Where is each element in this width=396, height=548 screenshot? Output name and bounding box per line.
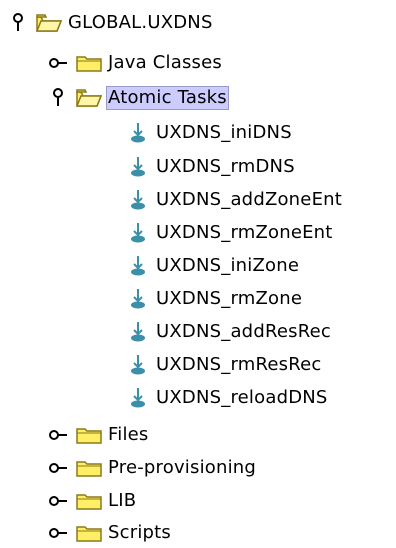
tree-leaf-task[interactable]: UXDNS_addResRec (128, 317, 333, 347)
expand-toggle-icon[interactable] (48, 51, 68, 75)
collapse-toggle-icon[interactable] (48, 86, 68, 110)
tree-node-label[interactable]: LIB (106, 489, 138, 513)
tree-leaf-task[interactable]: UXDNS_rmDNS (128, 152, 297, 182)
tree-node-files[interactable]: Files (48, 420, 151, 450)
task-label[interactable]: UXDNS_rmZoneEnt (154, 221, 335, 245)
tree-node-label[interactable]: Scripts (106, 521, 173, 545)
tree-node-global-uxdns[interactable]: GLOBAL.UXDNS (8, 8, 215, 38)
atomic-task-icon (128, 254, 148, 278)
task-label[interactable]: UXDNS_reloadDNS (154, 386, 330, 410)
task-label[interactable]: UXDNS_rmResRec (154, 353, 324, 377)
closed-folder-icon (76, 490, 102, 512)
atomic-task-icon (128, 121, 148, 145)
expand-toggle-icon[interactable] (48, 489, 68, 513)
tree-node-java-classes[interactable]: Java Classes (48, 48, 224, 78)
tree-leaf-task[interactable]: UXDNS_iniDNS (128, 118, 294, 148)
task-label[interactable]: UXDNS_iniZone (154, 254, 301, 278)
task-label[interactable]: UXDNS_addZoneEnt (154, 188, 344, 212)
tree-leaf-task[interactable]: UXDNS_iniZone (128, 251, 301, 281)
atomic-task-icon (128, 353, 148, 377)
tree-node-label[interactable]: Pre-provisioning (106, 456, 258, 480)
tree-node-lib[interactable]: LIB (48, 486, 138, 516)
tree-leaf-task[interactable]: UXDNS_addZoneEnt (128, 185, 344, 215)
closed-folder-icon (76, 522, 102, 544)
atomic-task-icon (128, 188, 148, 212)
tree-node-pre-provisioning[interactable]: Pre-provisioning (48, 453, 258, 483)
tree-leaf-task[interactable]: UXDNS_reloadDNS (128, 383, 330, 413)
closed-folder-icon (76, 457, 102, 479)
project-tree: GLOBAL.UXDNS Java Classes Atomic Tasks U… (0, 0, 396, 545)
tree-node-label[interactable]: Java Classes (106, 51, 224, 75)
tree-leaf-task[interactable]: UXDNS_rmResRec (128, 350, 324, 380)
tree-node-label[interactable]: Files (106, 423, 151, 447)
open-folder-icon (36, 12, 62, 34)
atomic-task-icon (128, 221, 148, 245)
tree-node-label[interactable]: GLOBAL.UXDNS (66, 11, 215, 35)
tree-node-atomic-tasks[interactable]: Atomic Tasks (48, 83, 229, 113)
task-label[interactable]: UXDNS_rmDNS (154, 155, 297, 179)
expand-toggle-icon[interactable] (48, 423, 68, 447)
task-label[interactable]: UXDNS_addResRec (154, 320, 333, 344)
tree-node-scripts[interactable]: Scripts (48, 518, 173, 548)
expand-toggle-icon[interactable] (48, 521, 68, 545)
atomic-task-icon (128, 155, 148, 179)
closed-folder-icon (76, 424, 102, 446)
closed-folder-icon (76, 52, 102, 74)
tree-leaf-task[interactable]: UXDNS_rmZone (128, 284, 304, 314)
task-label[interactable]: UXDNS_rmZone (154, 287, 304, 311)
expand-toggle-icon[interactable] (48, 456, 68, 480)
tree-node-label-selected[interactable]: Atomic Tasks (106, 86, 229, 110)
tree-leaf-task[interactable]: UXDNS_rmZoneEnt (128, 218, 335, 248)
open-folder-icon (76, 87, 102, 109)
task-label[interactable]: UXDNS_iniDNS (154, 121, 294, 145)
atomic-task-icon (128, 386, 148, 410)
collapse-toggle-icon[interactable] (8, 11, 28, 35)
atomic-task-icon (128, 320, 148, 344)
atomic-task-icon (128, 287, 148, 311)
